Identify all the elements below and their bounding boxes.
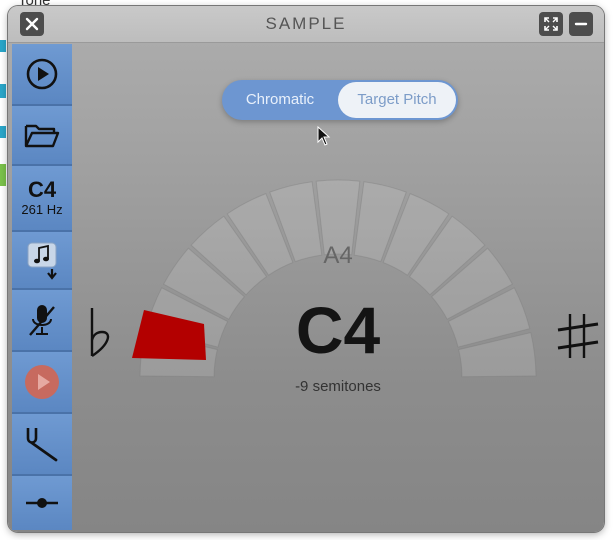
background-marker	[0, 84, 6, 98]
pitch-indicator	[132, 310, 206, 360]
semitone-offset-label: -9 semitones	[295, 378, 381, 395]
background-marker	[0, 126, 6, 138]
background-marker	[0, 164, 6, 186]
detected-note-label: C4	[295, 293, 381, 367]
mouse-cursor-icon	[317, 126, 331, 146]
flat-icon	[90, 308, 110, 357]
background-marker	[0, 40, 6, 52]
target-note-label: A4	[323, 242, 353, 269]
tuner-window: SAMPLE C4 261 Hz Chromatic Target Pitch …	[8, 6, 604, 532]
sharp-icon	[557, 314, 599, 358]
